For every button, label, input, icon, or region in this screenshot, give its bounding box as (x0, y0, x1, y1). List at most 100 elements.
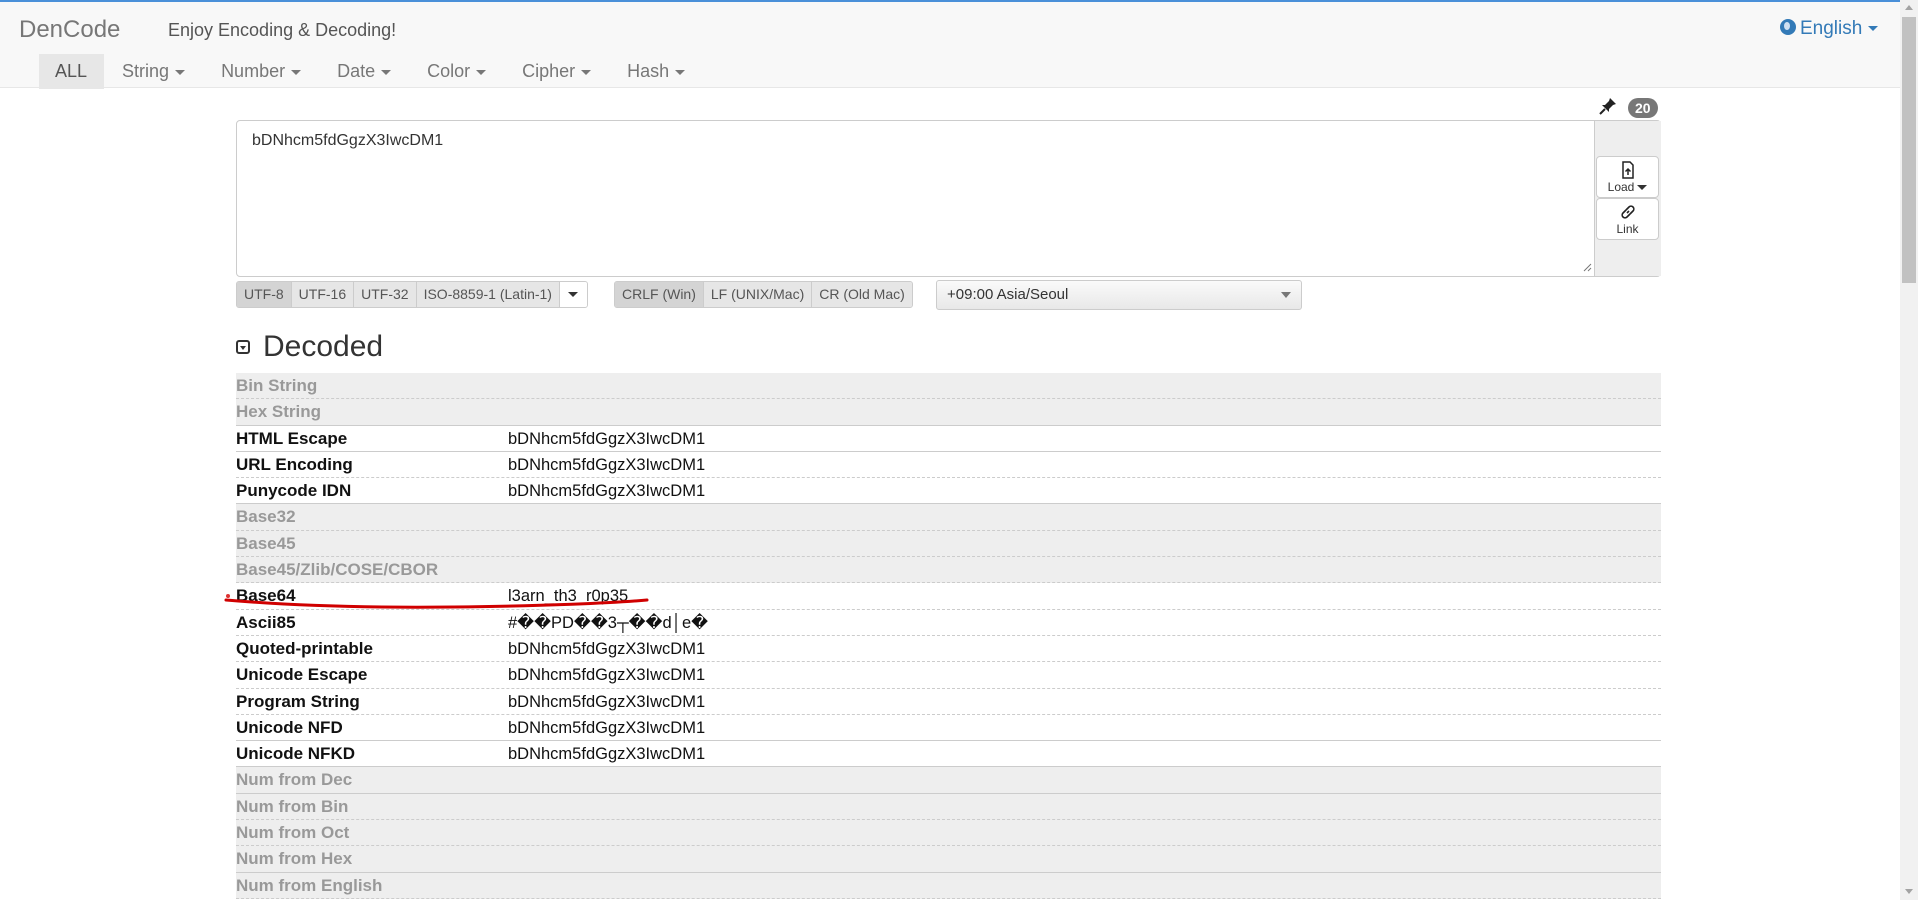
encoding-more-dropdown[interactable] (559, 282, 587, 307)
menu-label: ALL (55, 61, 88, 81)
row-value[interactable]: bDNhcm5fdGgzX3IwcDM1 (508, 478, 705, 504)
row-label: Base45 (236, 533, 296, 553)
encoding-utf16[interactable]: UTF-16 (291, 282, 355, 307)
pin-icon[interactable] (1598, 96, 1618, 116)
newline-group: CRLF (Win) LF (UNIX/Mac) CR (Old Mac) (614, 281, 913, 308)
row-label: Num from Oct (236, 823, 350, 843)
timezone-select[interactable]: +09:00 Asia/Seoul (936, 280, 1302, 310)
link-button[interactable]: Link (1596, 198, 1659, 240)
language-label: English (1800, 18, 1863, 39)
menu-label: Hash (627, 61, 670, 81)
row-label: Punycode IDN (236, 481, 352, 501)
table-row: Num from English (236, 872, 1661, 899)
row-label: Num from Hex (236, 849, 353, 869)
chevron-down-icon (1637, 185, 1648, 191)
row-value[interactable]: bDNhcm5fdGgzX3IwcDM1 (508, 426, 705, 452)
file-upload-icon (1621, 161, 1634, 179)
menu-string[interactable]: String (104, 54, 203, 89)
row-value[interactable]: bDNhcm5fdGgzX3IwcDM1 (508, 715, 705, 741)
brand-logo[interactable]: DenCode (19, 16, 120, 44)
menu-label: Date (337, 61, 376, 81)
table-row: Unicode NFKD bDNhcm5fdGgzX3IwcDM1 (236, 741, 1661, 768)
row-label: Base32 (236, 507, 296, 527)
newline-crlf[interactable]: CRLF (Win) (615, 282, 704, 307)
menu-all[interactable]: ALL (39, 54, 105, 89)
navbar: DenCode Enjoy Encoding & Decoding! Engli… (0, 0, 1900, 89)
input-value[interactable]: bDNhcm5fdGgzX3IwcDM1 (252, 132, 443, 150)
row-label: Unicode NFD (236, 717, 343, 737)
menu-cipher[interactable]: Cipher (504, 54, 609, 89)
row-label: Num from English (236, 875, 383, 895)
menu-color[interactable]: Color (409, 54, 504, 89)
encoding-utf8[interactable]: UTF-8 (237, 282, 292, 307)
table-row: Base45 (236, 530, 1661, 558)
chevron-down-icon (1281, 292, 1291, 298)
table-row: Num from Hex (236, 846, 1661, 873)
main-menu: ALL String Number Date Color Cipher Hash (39, 54, 703, 89)
link-label: Link (1616, 222, 1639, 236)
resize-handle-icon[interactable] (1582, 262, 1592, 272)
row-label: Ascii85 (236, 612, 296, 632)
load-label: Load (1597, 180, 1658, 194)
row-label: Num from Bin (236, 796, 349, 816)
scroll-up-icon[interactable] (1905, 5, 1913, 10)
row-value[interactable]: bDNhcm5fdGgzX3IwcDM1 (508, 689, 705, 715)
encoding-latin1[interactable]: ISO-8859-1 (Latin-1) (416, 282, 560, 307)
table-row: Quoted-printable bDNhcm5fdGgzX3IwcDM1 (236, 636, 1661, 663)
row-label: Quoted-printable (236, 638, 373, 658)
length-badge: 20 (1628, 98, 1658, 118)
chevron-down-icon (1868, 26, 1879, 32)
table-row: Hex String (236, 399, 1661, 426)
row-value[interactable]: bDNhcm5fdGgzX3IwcDM1 (508, 636, 705, 662)
load-button[interactable]: Load (1596, 156, 1659, 198)
newline-cr[interactable]: CR (Old Mac) (812, 282, 912, 307)
table-row: Base32 (236, 504, 1661, 531)
table-row: Num from Dec (236, 767, 1661, 794)
section-title: Decoded (236, 330, 383, 364)
row-label: Program String (236, 691, 360, 711)
vertical-scrollbar[interactable] (1900, 0, 1918, 900)
row-label: Hex String (236, 402, 322, 422)
table-row: Unicode Escape bDNhcm5fdGgzX3IwcDM1 (236, 662, 1661, 689)
section-title-text: Decoded (263, 330, 384, 363)
row-label: Num from Dec (236, 770, 353, 790)
menu-hash[interactable]: Hash (609, 54, 703, 89)
chevron-down-icon (476, 69, 487, 75)
input-textarea[interactable] (236, 120, 1661, 277)
row-label: Base45/Zlib/COSE/CBOR (236, 560, 439, 580)
chevron-down-icon (175, 69, 186, 75)
encoding-utf32[interactable]: UTF-32 (354, 282, 417, 307)
row-label: Bin String (236, 376, 318, 395)
row-value[interactable]: bDNhcm5fdGgzX3IwcDM1 (508, 452, 705, 478)
encoding-group: UTF-8 UTF-16 UTF-32 ISO-8859-1 (Latin-1) (236, 281, 588, 308)
table-row: Base45/Zlib/COSE/CBOR (236, 557, 1661, 584)
table-row: Num from Oct (236, 820, 1661, 847)
menu-label: Cipher (522, 61, 576, 81)
menu-label: Number (221, 61, 286, 81)
annotation-underline (224, 598, 649, 609)
chevron-down-icon (568, 292, 579, 297)
row-label: URL Encoding (236, 454, 353, 474)
table-row: Unicode NFD bDNhcm5fdGgzX3IwcDM1 (236, 715, 1661, 742)
table-row: HTML Escape bDNhcm5fdGgzX3IwcDM1 (236, 426, 1661, 452)
table-row: URL Encoding bDNhcm5fdGgzX3IwcDM1 (236, 452, 1661, 479)
newline-lf[interactable]: LF (UNIX/Mac) (703, 282, 813, 307)
tagline: Enjoy Encoding & Decoding! (168, 20, 397, 40)
scroll-down-icon[interactable] (1905, 889, 1913, 894)
table-row: Program String bDNhcm5fdGgzX3IwcDM1 (236, 689, 1661, 715)
globe-icon (1780, 19, 1796, 35)
menu-number[interactable]: Number (203, 54, 319, 89)
row-value[interactable]: bDNhcm5fdGgzX3IwcDM1 (508, 662, 705, 688)
chevron-down-icon (381, 69, 392, 75)
table-row: Bin String (236, 373, 1661, 400)
timezone-value: +09:00 Asia/Seoul (947, 286, 1069, 303)
table-row: Ascii85 #��PD��3┬��d│e� (236, 610, 1661, 636)
scrollbar-thumb[interactable] (1902, 17, 1916, 283)
load-label-text: Load (1607, 180, 1635, 194)
menu-label: Color (427, 61, 471, 81)
language-dropdown[interactable]: English (1780, 18, 1879, 40)
row-value[interactable]: #��PD��3┬��d│e� (508, 610, 708, 636)
row-label: Unicode Escape (236, 665, 368, 685)
menu-date[interactable]: Date (319, 54, 409, 89)
row-value[interactable]: bDNhcm5fdGgzX3IwcDM1 (508, 741, 705, 767)
